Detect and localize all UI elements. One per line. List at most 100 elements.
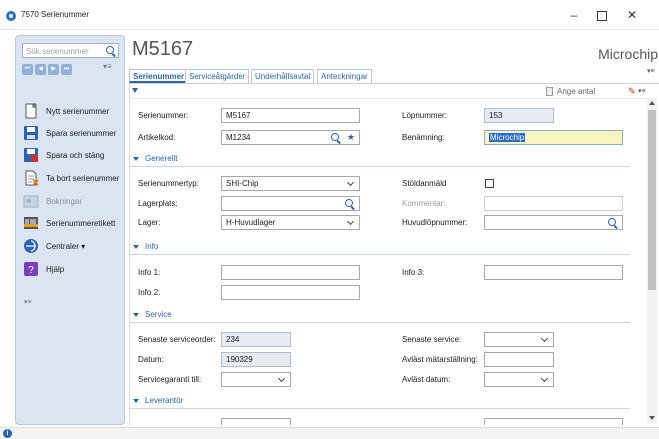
tabs-menu-icon[interactable]: ▾≡	[647, 67, 655, 75]
close-button[interactable]: ✕	[620, 6, 644, 24]
save-icon	[24, 126, 38, 140]
sidebar-item-bookings[interactable]: Bokningar	[22, 192, 126, 212]
ange-antal-button[interactable]: Ange antal	[557, 87, 595, 96]
senaste-service-label: Senaste service:	[402, 335, 462, 344]
search-icon[interactable]	[345, 199, 353, 207]
avlast-datum-label: Avläst datum:	[402, 375, 451, 384]
sidebar-item-new-serial[interactable]: Nytt serienummer	[22, 102, 126, 122]
save-close-icon	[24, 148, 38, 162]
sidebar-menu-icon[interactable]: ▾≡	[103, 62, 112, 71]
minimize-button[interactable]: –	[562, 6, 586, 24]
sidebar-item-label: Centraler ▾	[46, 242, 86, 251]
huvudlopnummer-field[interactable]	[484, 215, 623, 230]
sidebar-item-label: Spara serienummer	[46, 129, 117, 138]
record-id: M5167	[132, 38, 194, 60]
tab-anteckningar[interactable]: Anteckningar	[317, 69, 372, 83]
sidebar-item-delete-serial[interactable]: Ta bort serienummer	[22, 169, 126, 189]
new-document-icon	[25, 103, 38, 119]
lager-select[interactable]: H-Huvudlager	[221, 215, 360, 230]
section-label: Service	[145, 310, 172, 319]
chevron-down-icon: ▾	[81, 242, 86, 251]
window-title: 7570 Serienummer	[21, 10, 90, 19]
chevron-down-icon	[540, 334, 549, 343]
sidebar-item-centraler[interactable]: Centraler ▾	[22, 237, 126, 257]
title-bar: 7570 Serienummer – ✕	[0, 0, 659, 30]
serienummertyp-select[interactable]: SHI-Chip	[221, 176, 360, 191]
artikelkod-field[interactable]: M1234 ★	[221, 130, 360, 145]
sidebar-item-label: Bokningar	[46, 197, 83, 206]
sidebar-item-help[interactable]: ? Hjälp	[22, 260, 126, 280]
tab-serienummer[interactable]: Serienummer	[129, 69, 189, 83]
star-icon[interactable]: ★	[347, 131, 355, 144]
sidebar-item-save-close[interactable]: Spara och stäng	[22, 146, 126, 166]
info3-label: Info 3:	[402, 268, 425, 277]
sidebar-bottom-menu-icon[interactable]: ▾≡	[24, 298, 32, 306]
sidebar: ⏮ ◀ ▶ ⏭ ▾≡ Nytt serienummer Spara serien…	[15, 35, 125, 425]
scroll-down-icon[interactable]	[649, 416, 655, 420]
serienummertyp-label: Serienummertyp:	[138, 179, 199, 188]
sidebar-item-label: Serienummeretikett	[46, 219, 116, 228]
previous-record-button[interactable]: ◀	[35, 64, 46, 75]
search-box[interactable]	[22, 43, 119, 58]
search-icon[interactable]	[106, 46, 114, 54]
artikelkod-value: M1234	[226, 133, 251, 142]
benamning-label: Benämning:	[402, 133, 445, 142]
leverantor-field-partial-right[interactable]	[484, 418, 623, 425]
lagerplats-field[interactable]	[221, 196, 360, 211]
datum-label: Datum:	[138, 355, 164, 364]
info3-field[interactable]	[484, 265, 623, 280]
info1-label: Info 1:	[138, 268, 161, 277]
info-icon[interactable]: i	[3, 429, 12, 438]
leverantor-field-partial[interactable]	[221, 418, 291, 425]
datum-field: 190329	[221, 352, 291, 367]
info2-label: Info 2:	[138, 288, 161, 297]
lopnummer-field: 153	[484, 108, 554, 123]
senaste-serviceorder-label: Senaste serviceorder:	[138, 335, 216, 344]
senaste-service-select[interactable]	[484, 332, 554, 347]
sidebar-item-save-serial[interactable]: Spara serienummer	[22, 124, 126, 144]
filter-icon[interactable]	[132, 88, 138, 93]
delete-document-icon	[25, 170, 39, 186]
first-record-button[interactable]: ⏮	[22, 64, 33, 75]
section-divider	[130, 166, 630, 167]
flag-icon[interactable]: ✎	[628, 86, 636, 97]
section-generellt[interactable]: Generellt	[130, 152, 640, 167]
panel-menu-icon[interactable]: ▾≡	[638, 87, 646, 95]
ange-antal-icon	[546, 87, 553, 96]
tab-underhallsavtal[interactable]: Underhållsavtal	[251, 69, 315, 83]
search-input[interactable]	[26, 45, 104, 57]
benamning-field[interactable]: Microchip	[484, 130, 623, 145]
sidebar-item-serial-label[interactable]: Serienummeretikett	[22, 214, 126, 234]
serienummer-field[interactable]: M5167	[221, 108, 360, 123]
section-divider	[130, 322, 630, 323]
avlast-matarstallning-field[interactable]	[484, 352, 554, 367]
collapse-triangle-icon	[133, 245, 139, 249]
sidebar-item-label: Hjälp	[46, 265, 65, 274]
search-icon[interactable]	[608, 218, 616, 226]
stoldanmald-checkbox[interactable]	[485, 179, 494, 188]
avlast-datum-select[interactable]	[484, 372, 554, 387]
section-leverantor[interactable]: Leverantör	[130, 394, 640, 409]
scrollbar-thumb[interactable]	[648, 110, 656, 290]
svg-text:?: ?	[28, 265, 34, 276]
next-record-button[interactable]: ▶	[48, 64, 59, 75]
info1-field[interactable]	[221, 265, 360, 280]
vertical-scrollbar[interactable]	[647, 98, 657, 423]
help-icon: ?	[24, 262, 38, 276]
info2-field[interactable]	[221, 285, 360, 300]
chevron-down-icon	[346, 217, 355, 226]
servicegaranti-select[interactable]	[221, 372, 291, 387]
servicegaranti-label: Servicegaranti till:	[138, 375, 202, 384]
section-info[interactable]: Info	[130, 240, 640, 255]
status-bar: i	[0, 427, 659, 439]
content-panel: Ange antal ✎ ▾≡ Serienummer: M5167 Löpnu…	[129, 84, 648, 425]
label-icon	[24, 217, 38, 229]
section-service[interactable]: Service	[130, 308, 640, 323]
maximize-button[interactable]	[589, 6, 613, 24]
collapse-triangle-icon	[133, 399, 139, 403]
scroll-up-icon[interactable]	[649, 101, 655, 105]
search-icon[interactable]	[331, 133, 339, 141]
tab-serviceatgarder[interactable]: Serviceåtgärder	[185, 69, 250, 83]
lager-value: H-Huvudlager	[226, 218, 276, 227]
last-record-button[interactable]: ⏭	[61, 64, 72, 75]
